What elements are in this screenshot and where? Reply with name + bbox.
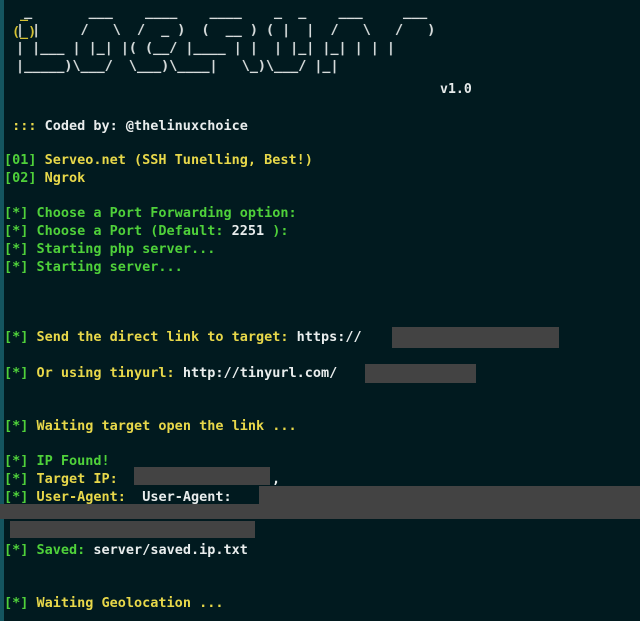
redacted-tinyurl-slug	[365, 364, 476, 383]
redacted-user-agent-part3	[10, 521, 255, 538]
terminal-window[interactable]: _ (_) _ ___ ____ ____ _ _ ___ ___ | | / …	[0, 0, 640, 621]
redacted-target-ip	[134, 467, 270, 485]
redaction-layer	[0, 0, 640, 621]
redacted-user-agent-part2	[0, 504, 640, 519]
redacted-user-agent-part1	[259, 486, 640, 504]
redacted-direct-link-host	[392, 327, 559, 348]
